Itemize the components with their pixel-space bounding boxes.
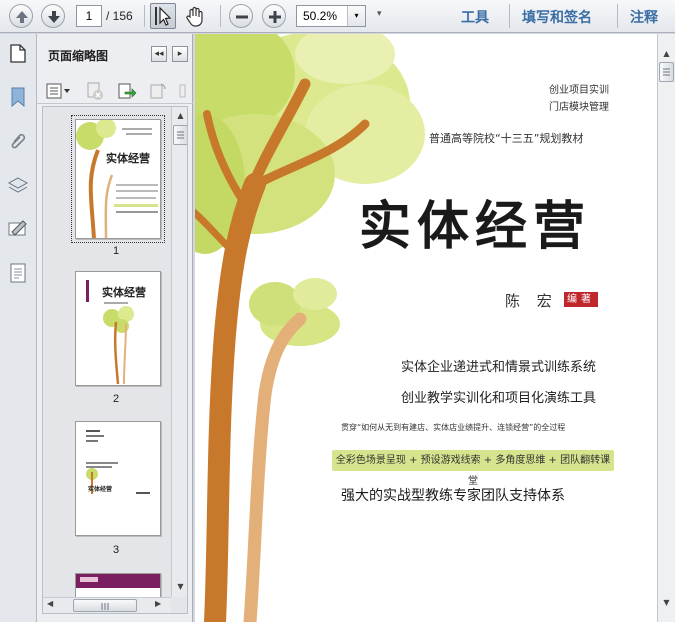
extract-page-button[interactable] bbox=[117, 81, 137, 101]
plus-icon bbox=[269, 11, 281, 23]
zoom-select[interactable]: 50.2% ▾ bbox=[296, 5, 366, 27]
document-scroll-thumb[interactable] bbox=[659, 62, 674, 82]
panel-toolbar-overflow[interactable] bbox=[177, 81, 187, 101]
tagline-1: 实体企业递进式和情景式训练系统 bbox=[401, 360, 597, 375]
page-number-input[interactable]: 1 bbox=[76, 5, 102, 27]
thumbnail-label-3: 3 bbox=[112, 544, 120, 556]
thumbnail-vertical-scrollbar[interactable]: ▲ ▼ bbox=[171, 107, 187, 597]
cover-illustration bbox=[195, 34, 425, 622]
scroll-up-icon[interactable]: ▲ bbox=[659, 46, 674, 61]
bookmark-icon bbox=[11, 87, 25, 108]
thumbnail-options-button[interactable] bbox=[45, 81, 71, 101]
toolbar-separator bbox=[617, 4, 618, 28]
fill-sign-link[interactable]: 填写和签名 bbox=[522, 7, 592, 27]
content-rail-button[interactable] bbox=[7, 262, 29, 284]
options-icon bbox=[46, 83, 70, 99]
series-main: 普通高等院校“十三五”规划教材 bbox=[429, 132, 584, 145]
thumbnail-page-3-title: 实体经营 bbox=[88, 486, 113, 493]
cursor-icon bbox=[155, 6, 172, 26]
collapse-panel-button[interactable]: ◂◂ bbox=[151, 46, 167, 62]
attachments-rail-button[interactable] bbox=[7, 130, 29, 152]
thumbnail-page-2[interactable]: 实体经营 bbox=[75, 271, 161, 386]
previous-page-button[interactable] bbox=[9, 4, 33, 28]
toolbar-more-button[interactable]: ▾ bbox=[377, 9, 382, 19]
grip-icon bbox=[177, 131, 184, 139]
thumbnail-page-2-title: 实体经营 bbox=[102, 286, 146, 299]
arrow-down-icon bbox=[48, 11, 60, 23]
thumbnail-horizontal-scrollbar[interactable]: ◀ ▶ bbox=[43, 597, 171, 613]
page-total: / 156 bbox=[106, 9, 133, 23]
author-name: 陈 宏 bbox=[505, 292, 558, 310]
bookmarks-rail-button[interactable] bbox=[7, 86, 29, 108]
author-role-badge: 编著 bbox=[564, 292, 598, 307]
tools-link[interactable]: 工具 bbox=[461, 7, 489, 27]
scroll-up-icon[interactable]: ▲ bbox=[173, 108, 187, 123]
features-bar: 全彩色场景呈现 + 预设游戏线索 + 多角度思维 + 团队翻转课堂 bbox=[332, 450, 614, 487]
zoom-out-button[interactable] bbox=[229, 4, 253, 28]
expand-panel-button[interactable]: ▸ bbox=[172, 46, 188, 62]
zoom-value: 50.2% bbox=[303, 9, 338, 23]
thumbnail-panel: 页面缩略图 ◂◂ ▸ 实体经营 1 实体经营 2 实体经营 3 ▲ ▼ ◀ ▶ bbox=[37, 34, 193, 622]
toolbar-separator bbox=[144, 5, 145, 27]
hand-icon bbox=[186, 6, 203, 27]
thumbnail-page-3-preview bbox=[86, 430, 150, 494]
thumbnail-page-1-preview bbox=[76, 120, 158, 238]
toolbar-separator bbox=[220, 5, 221, 27]
horizontal-scroll-thumb[interactable] bbox=[73, 599, 137, 612]
delete-page-button[interactable] bbox=[85, 81, 105, 101]
chevron-down-icon[interactable]: ▾ bbox=[347, 6, 365, 26]
page-thumbnails-rail-button[interactable] bbox=[7, 42, 29, 64]
thumbnail-page-1-title: 实体经营 bbox=[106, 152, 150, 165]
layers-rail-button[interactable] bbox=[7, 174, 29, 196]
next-page-button[interactable] bbox=[41, 4, 65, 28]
scroll-left-icon[interactable]: ◀ bbox=[47, 599, 53, 608]
panel-toolbar bbox=[37, 78, 193, 104]
book-title: 实体经营 bbox=[359, 197, 592, 257]
thumbnail-label-2: 2 bbox=[112, 393, 120, 405]
navigation-rail bbox=[0, 34, 37, 622]
thumbnail-page-3[interactable]: 实体经营 bbox=[75, 421, 161, 536]
signatures-rail-button[interactable] bbox=[7, 218, 29, 240]
delete-page-icon bbox=[87, 82, 103, 100]
scroll-down-icon[interactable]: ▼ bbox=[659, 595, 674, 610]
select-tool-button[interactable] bbox=[150, 3, 176, 29]
grip-icon bbox=[663, 68, 670, 76]
pages-icon bbox=[10, 44, 26, 63]
thumbnail-scroll-thumb[interactable] bbox=[173, 125, 187, 145]
document-icon bbox=[10, 263, 26, 283]
hand-tool-button[interactable] bbox=[182, 3, 208, 29]
paperclip-icon bbox=[11, 133, 26, 149]
document-vertical-scrollbar[interactable]: ▲ ▼ bbox=[657, 34, 675, 622]
process-line: 贯穿“如何从无到有建店、实体店业绩提升、连锁经营”的全过程 bbox=[341, 423, 566, 432]
thumbnail-page-1[interactable]: 实体经营 bbox=[71, 115, 165, 243]
series-line-1: 创业项目实训 bbox=[549, 85, 609, 96]
grip-icon bbox=[101, 603, 109, 610]
arrow-up-icon bbox=[16, 11, 28, 23]
thumbnail-list[interactable]: 实体经营 1 实体经营 2 实体经营 3 ▲ ▼ ◀ ▶ bbox=[42, 106, 188, 614]
panel-title: 页面缩略图 bbox=[48, 49, 109, 63]
tagline-2: 创业教学实训化和项目化演练工具 bbox=[401, 391, 597, 406]
toolbar-separator bbox=[509, 4, 510, 28]
overflow-icon bbox=[179, 84, 186, 98]
signature-icon bbox=[8, 220, 27, 236]
bottom-line: 强大的实战型教练专家团队支持体系 bbox=[341, 488, 565, 504]
scroll-right-icon[interactable]: ▶ bbox=[155, 599, 161, 608]
comment-link[interactable]: 注释 bbox=[630, 7, 658, 27]
thumbnail-label-1: 1 bbox=[112, 245, 120, 257]
rotate-page-button[interactable] bbox=[147, 81, 167, 101]
scroll-down-icon[interactable]: ▼ bbox=[173, 579, 187, 594]
document-page[interactable]: 创业项目实训 门店模块管理 普通高等院校“十三五”规划教材 实体经营 陈 宏 编… bbox=[195, 34, 657, 622]
extract-page-icon bbox=[118, 83, 137, 99]
minus-icon bbox=[236, 15, 248, 19]
layers-icon bbox=[7, 177, 29, 193]
panel-header: 页面缩略图 ◂◂ ▸ bbox=[37, 34, 193, 76]
zoom-in-button[interactable] bbox=[262, 4, 286, 28]
rotate-page-icon bbox=[150, 83, 166, 99]
toolbar: 1 / 156 50.2% ▾ ▾ 工具 填写和签名 注释 bbox=[0, 0, 675, 33]
series-line-2: 门店模块管理 bbox=[549, 102, 609, 113]
